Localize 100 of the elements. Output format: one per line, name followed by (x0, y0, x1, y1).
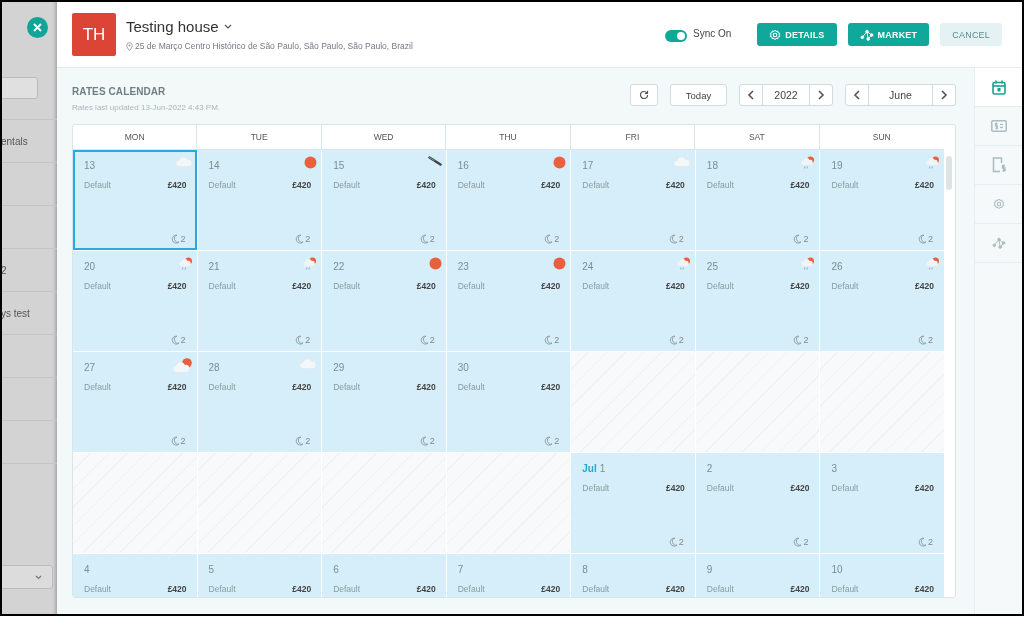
min-nights: 2 (180, 436, 186, 446)
document-dollar-icon (991, 157, 1006, 173)
price: £420 (167, 382, 187, 392)
date-label: 19 (831, 160, 843, 171)
day-cell[interactable]: 15 Default £420 2 (322, 150, 446, 250)
moon-icon (544, 335, 554, 345)
day-cell[interactable]: 7 Default £420 (446, 554, 571, 597)
moon-icon (170, 335, 180, 345)
sun-icon (304, 156, 318, 169)
day-cell[interactable]: 8 Default £420 (571, 554, 695, 597)
today-button[interactable]: Today (670, 84, 727, 106)
day-cell[interactable]: 27 Default £420 2 (73, 352, 197, 452)
rate-plan-label: Default (706, 281, 734, 291)
moon-icon (170, 436, 180, 446)
calendar-icon (991, 79, 1006, 95)
price: £420 (665, 180, 685, 190)
date-label: 15 (333, 160, 345, 171)
price: £420 (665, 483, 685, 493)
day-cell[interactable]: 5 Default £420 (197, 554, 322, 597)
day-cell[interactable]: 3 Default £420 2 (820, 453, 944, 553)
property-title[interactable]: Testing house (126, 18, 413, 35)
price: £420 (790, 584, 810, 594)
moon-icon (917, 335, 927, 345)
day-cell[interactable]: 25 Default £420 2 (695, 251, 820, 351)
rate-plan-label: Default (208, 180, 236, 190)
rate-plan-label: Default (84, 281, 111, 291)
side-tab[interactable] (975, 68, 1022, 107)
day-cell[interactable]: 24 Default £420 2 (571, 251, 695, 351)
sync-toggle[interactable] (665, 29, 687, 42)
rate-plan-label: Default (706, 584, 734, 594)
day-cell[interactable]: 30 Default £420 2 (446, 352, 571, 452)
day-cell[interactable]: 16 Default £420 2 (446, 150, 571, 250)
price: £420 (790, 483, 810, 493)
day-cell[interactable]: 21 Default £420 2 (197, 251, 322, 351)
day-cell[interactable]: 20 Default £420 2 (73, 251, 197, 351)
day-cell[interactable]: 19 Default £420 2 (820, 150, 944, 250)
date-label: 14 (208, 160, 220, 171)
day-cell[interactable]: 26 Default £420 2 (820, 251, 944, 351)
day-cell[interactable]: 2 Default £420 2 (695, 453, 820, 553)
min-nights: 2 (429, 335, 435, 345)
moon-icon (793, 335, 803, 345)
list-item[interactable]: 2 (2, 264, 7, 276)
rate-plan-label: Default (333, 180, 361, 190)
date-label: 26 (831, 261, 843, 272)
rate-plan-label: Default (831, 483, 859, 493)
date-label: 24 (582, 261, 594, 272)
date-label: 22 (333, 261, 345, 272)
price: £420 (541, 382, 561, 392)
rate-plan-label: Default (84, 180, 111, 190)
moon-icon (170, 234, 180, 244)
day-cell[interactable]: 14 Default £420 2 (197, 150, 322, 250)
date-label: 16 (457, 160, 469, 171)
date-label: Jul 1 (582, 463, 606, 474)
sun-icon (553, 257, 567, 270)
sun-icon (428, 257, 442, 270)
rain-cloud-icon (926, 257, 940, 271)
moon-icon (793, 234, 803, 244)
cloud-icon (299, 358, 318, 369)
day-cell[interactable]: 6 Default £420 (322, 554, 446, 597)
min-nights: 2 (180, 335, 186, 345)
rate-plan-label: Default (582, 180, 610, 190)
date-label: 10 (831, 564, 843, 575)
day-cell[interactable]: 23 Default £420 2 (446, 251, 571, 351)
weekday-header: MON (73, 125, 198, 149)
scrollbar-thumb[interactable] (946, 156, 952, 190)
dropdown[interactable] (2, 565, 53, 589)
rate-plan-label: Default (333, 584, 361, 594)
rate-plan-label: Default (706, 180, 734, 190)
refresh-button[interactable] (630, 84, 658, 106)
day-cell[interactable]: 4 Default £420 (73, 554, 197, 597)
day-cell[interactable]: Jul 1 Default £420 2 (571, 453, 695, 553)
rate-plan-label: Default (208, 584, 236, 594)
rate-plan-label: Default (831, 281, 859, 291)
list-item[interactable]: entals (2, 135, 28, 147)
price: £420 (915, 281, 934, 291)
day-cell[interactable]: 18 Default £420 2 (695, 150, 820, 250)
close-button[interactable] (27, 17, 48, 38)
day-cell[interactable]: 10 Default £420 (820, 554, 944, 597)
min-nights: 2 (678, 335, 684, 345)
last-updated-text: Rates last updated 13-Jun-2022 4:43 PM. (72, 103, 221, 112)
weekday-header: FRI (570, 125, 696, 149)
day-cell[interactable]: 17 Default £420 2 (571, 150, 695, 250)
day-cell[interactable]: 29 Default £420 2 (322, 352, 446, 452)
chevron-left-icon (747, 90, 755, 100)
rate-plan-label: Default (333, 382, 361, 392)
date-label: 13 (84, 160, 96, 171)
min-nights: 2 (429, 234, 435, 244)
price: £420 (416, 180, 436, 190)
price: £420 (167, 584, 187, 594)
price: £420 (541, 180, 561, 190)
rate-plan-label: Default (208, 382, 236, 392)
day-cell[interactable]: 13 Default £420 2 (73, 150, 197, 250)
day-cell[interactable]: 9 Default £420 (695, 554, 820, 597)
day-cell[interactable]: 28 Default £420 2 (197, 352, 322, 452)
day-cell[interactable]: 22 Default £420 2 (322, 251, 446, 351)
price: £420 (416, 382, 436, 392)
sun-cloud-icon (172, 358, 193, 373)
min-nights: 2 (429, 436, 435, 446)
rain-cloud-icon (801, 156, 816, 170)
input-field[interactable] (2, 77, 38, 99)
